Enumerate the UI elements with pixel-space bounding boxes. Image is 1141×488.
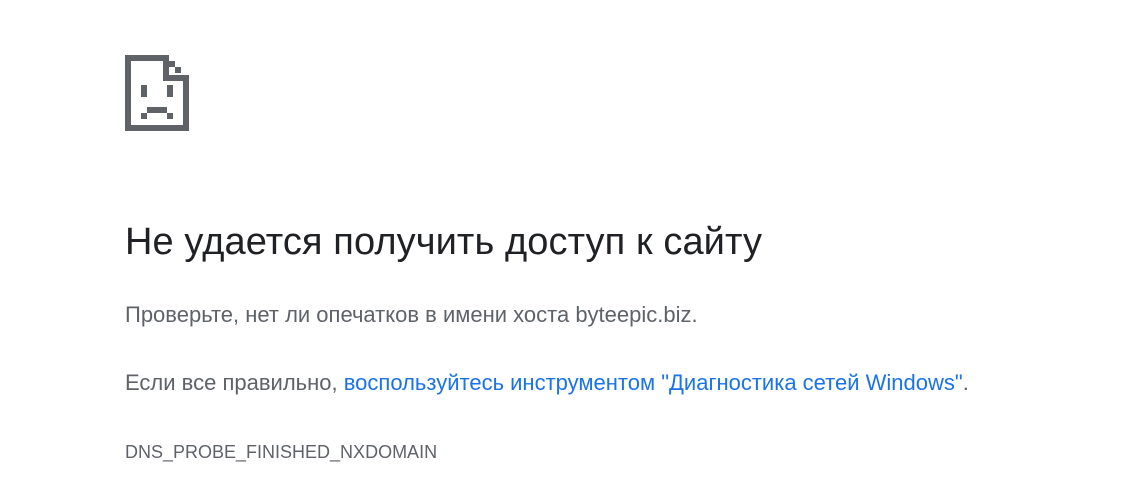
hostname-hint: Проверьте, нет ли опечатков в имени хост… — [125, 302, 698, 327]
error-code: DNS_PROBE_FINISHED_NXDOMAIN — [125, 442, 438, 462]
suggestion-suffix: . — [962, 370, 969, 395]
windows-network-diagnostics-link[interactable]: воспользуйтесь инструментом "Диагностика… — [344, 370, 963, 395]
error-title: Не удается получить доступ к сайту — [125, 221, 763, 263]
diagnostics-suggestion: Если все правильно, воспользуйтесь инстр… — [125, 368, 969, 398]
sad-page-icon — [125, 55, 189, 131]
suggestion-prefix: Если все правильно, — [125, 370, 344, 395]
